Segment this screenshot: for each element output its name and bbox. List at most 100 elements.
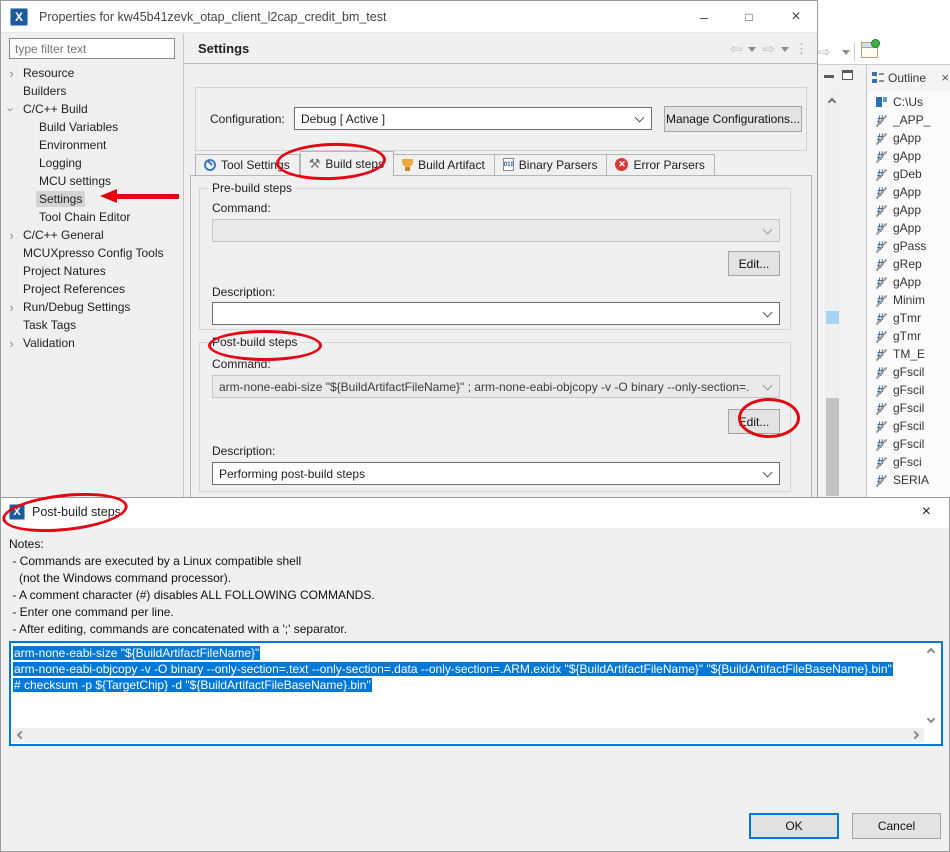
cancel-button[interactable]: Cancel (852, 813, 941, 839)
view-maximize-icon[interactable] (842, 70, 853, 80)
close-icon[interactable]: × (941, 70, 949, 85)
sidebar-item-settings[interactable]: Settings (3, 190, 181, 208)
outline-item-label: Minim (893, 293, 925, 307)
tab-build-steps[interactable]: ⚒Build steps (300, 151, 394, 177)
sidebar-item-project-references[interactable]: Project References (3, 280, 181, 298)
scrollbar-thumb[interactable] (826, 398, 839, 496)
outline-item-label: gApp (893, 185, 921, 199)
sidebar-item-environment[interactable]: Environment (3, 136, 181, 154)
outline-item[interactable]: gRep (867, 255, 950, 273)
sidebar-item-mcuxpresso-config-tools[interactable]: MCUXpresso Config Tools (3, 244, 181, 262)
outline-item[interactable]: gApp (867, 129, 950, 147)
scroll-right-icon[interactable] (911, 731, 919, 739)
outline-item[interactable]: gPass (867, 237, 950, 255)
pin-editor-icon[interactable] (861, 42, 878, 58)
sidebar-item-run-debug-settings[interactable]: Run/Debug Settings (3, 298, 181, 316)
vertical-scrollbar[interactable] (924, 644, 940, 727)
scroll-left-icon[interactable] (17, 731, 25, 739)
note-line: - After editing, commands are concatenat… (9, 621, 375, 638)
command-text-selected: # checksum -p ${TargetChip} -d "${BuildA… (13, 678, 372, 692)
tree-item-label: Run/Debug Settings (20, 299, 133, 315)
close-icon[interactable]: × (922, 503, 931, 521)
outline-item[interactable]: gFscil (867, 417, 950, 435)
sidebar-item-validation[interactable]: Validation (3, 334, 181, 352)
outline-item[interactable]: gTmr (867, 309, 950, 327)
sidebar-item-c-c-general[interactable]: C/C++ General (3, 226, 181, 244)
tree-expander-icon[interactable] (3, 300, 20, 315)
close-button[interactable]: × (781, 7, 811, 27)
horizontal-scrollbar[interactable] (12, 728, 924, 743)
commands-textarea[interactable]: arm-none-eabi-size "${BuildArtifactFileN… (9, 641, 943, 746)
pre-description-select[interactable] (212, 302, 780, 325)
properties-title: Properties for kw45b41zevk_otap_client_l… (39, 10, 386, 24)
editor-scrollbar[interactable] (825, 93, 840, 497)
dialog-notes: Notes: - Commands are executed by a Linu… (9, 536, 375, 638)
post-description-select[interactable]: Performing post-build steps (212, 462, 780, 485)
post-command-select[interactable]: arm-none-eabi-size "${BuildArtifactFileN… (212, 375, 780, 398)
maximize-button[interactable]: □ (734, 7, 764, 27)
outline-item[interactable]: gApp (867, 147, 950, 165)
forward-arrow-icon[interactable]: ⇨ (762, 40, 775, 58)
sidebar-item-logging[interactable]: Logging (3, 154, 181, 172)
outline-item[interactable]: Minim (867, 291, 950, 309)
outline-item[interactable]: TM_E (867, 345, 950, 363)
outline-item[interactable]: C:\Us (867, 93, 950, 111)
forward-dropdown-icon[interactable] (842, 50, 850, 55)
sidebar-item-tool-chain-editor[interactable]: Tool Chain Editor (3, 208, 181, 226)
outline-item[interactable]: gFscil (867, 363, 950, 381)
outline-item[interactable]: SERIA (867, 471, 950, 489)
post-edit-button[interactable]: Edit... (728, 409, 780, 434)
tree-expander-icon[interactable] (3, 102, 20, 117)
outline-item[interactable]: gTmr (867, 327, 950, 345)
ok-button[interactable]: OK (749, 813, 839, 839)
outline-item[interactable]: gApp (867, 219, 950, 237)
macro-define-icon (875, 276, 889, 289)
dialog-titlebar[interactable]: X Post-build steps × (1, 498, 949, 528)
sidebar-item-build-variables[interactable]: Build Variables (3, 118, 181, 136)
sidebar-item-project-natures[interactable]: Project Natures (3, 262, 181, 280)
tab-tool-settings[interactable]: Tool Settings (195, 154, 300, 176)
chevron-down-icon (635, 113, 645, 123)
properties-titlebar[interactable]: X Properties for kw45b41zevk_otap_client… (1, 1, 817, 33)
scroll-down-icon[interactable] (927, 715, 935, 723)
tab-label: Build steps (325, 157, 384, 171)
view-minimize-icon[interactable] (824, 75, 834, 78)
sidebar-item-builders[interactable]: Builders (3, 82, 181, 100)
outline-item[interactable]: gDeb (867, 165, 950, 183)
forward-dropdown-icon[interactable] (781, 47, 789, 52)
sidebar-item-resource[interactable]: Resource (3, 64, 181, 82)
tree-expander-icon[interactable] (3, 66, 20, 81)
outline-item[interactable]: gFscil (867, 435, 950, 453)
sidebar-item-mcu-settings[interactable]: MCU settings (3, 172, 181, 190)
sidebar-item-c-c-build[interactable]: C/C++ Build (3, 100, 181, 118)
minimize-button[interactable]: – (689, 7, 719, 27)
scrollbar-up-icon[interactable] (828, 98, 836, 106)
outline-item[interactable]: gFsci (867, 453, 950, 471)
command-line[interactable]: arm-none-eabi-objcopy -v -O binary --onl… (13, 661, 921, 677)
pre-command-select[interactable] (212, 219, 780, 242)
command-line[interactable]: arm-none-eabi-size "${BuildArtifactFileN… (13, 645, 921, 661)
forward-nav-icon[interactable]: ⇨ (818, 43, 831, 61)
outline-item[interactable]: gApp (867, 183, 950, 201)
outline-item[interactable]: gFscil (867, 399, 950, 417)
back-arrow-icon[interactable]: ⇦ (730, 40, 743, 58)
filter-input[interactable] (9, 38, 175, 59)
pre-edit-button[interactable]: Edit... (728, 251, 780, 276)
back-dropdown-icon[interactable] (748, 47, 756, 52)
outline-item[interactable]: gApp (867, 273, 950, 291)
sidebar-item-task-tags[interactable]: Task Tags (3, 316, 181, 334)
outline-item[interactable]: gApp (867, 201, 950, 219)
command-line[interactable]: # checksum -p ${TargetChip} -d "${BuildA… (13, 677, 921, 693)
outline-item[interactable]: _APP_ (867, 111, 950, 129)
tab-binary-parsers[interactable]: 010Binary Parsers (495, 154, 608, 176)
tree-expander-icon[interactable] (3, 228, 20, 243)
tab-build-artifact[interactable]: Build Artifact (394, 154, 495, 176)
scroll-up-icon[interactable] (927, 648, 935, 656)
chevron-down-icon (763, 225, 773, 235)
configuration-select[interactable]: Debug [ Active ] (294, 107, 652, 130)
manage-configurations-button[interactable]: Manage Configurations... (664, 106, 802, 132)
tab-error-parsers[interactable]: ✕Error Parsers (607, 154, 714, 176)
outline-item[interactable]: gFscil (867, 381, 950, 399)
tree-expander-icon[interactable] (3, 336, 20, 351)
view-menu-icon[interactable]: ⋮ (795, 41, 808, 57)
